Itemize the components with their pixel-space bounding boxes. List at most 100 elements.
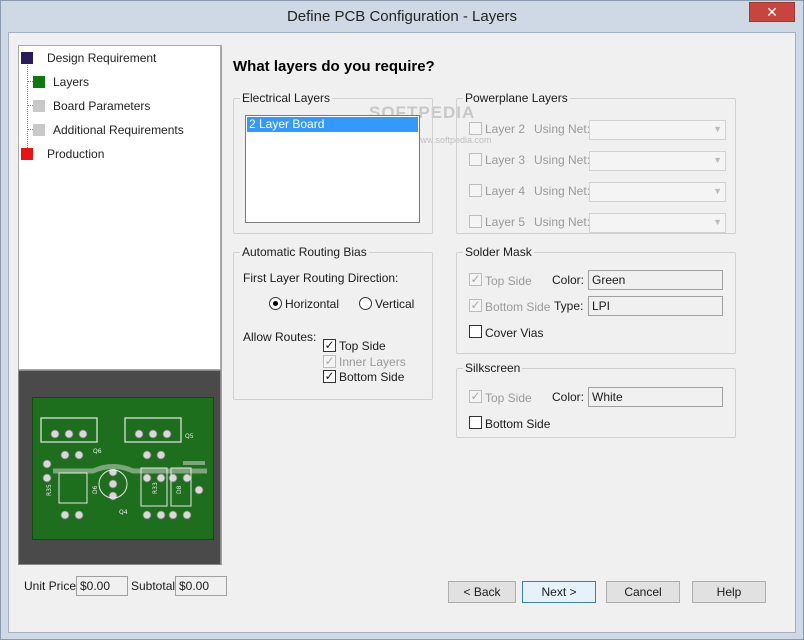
step-status-square-icon <box>33 124 45 136</box>
panel-divider <box>221 45 222 565</box>
close-button[interactable]: ✕ <box>749 2 795 22</box>
pcb-board-graphic: Q6 Q5 Q4 R35 R33 D8 D6 <box>32 397 214 540</box>
step-label: Layers <box>53 75 90 89</box>
mask-color-field[interactable]: Green <box>588 270 723 290</box>
using-net-label: Using Net: <box>534 215 591 229</box>
next-button[interactable]: Next > <box>522 581 596 603</box>
pcb-label-r33: R33 <box>152 482 159 494</box>
step-label: Production <box>47 147 105 161</box>
group-title: Automatic Routing Bias <box>242 245 367 259</box>
mask-top-side-label: Top Side <box>485 274 532 288</box>
routing-direction-label: First Layer Routing Direction: <box>243 271 399 285</box>
step-board-parameters[interactable]: Board Parameters <box>19 98 214 114</box>
wizard-steps-panel: Design Requirement Layers Board Paramete… <box>18 45 221 370</box>
step-production[interactable]: Production <box>19 146 214 162</box>
layer-3-label: Layer 3 <box>485 153 526 167</box>
dialog-client-area: Design Requirement Layers Board Paramete… <box>8 32 796 633</box>
route-top-side-checkbox[interactable]: ✓ <box>323 339 336 352</box>
pcb-layout-icon: Q6 Q5 Q4 R35 R33 D8 D6 <box>40 417 207 520</box>
step-label: Additional Requirements <box>53 123 184 137</box>
layer-2-checkbox[interactable] <box>469 122 482 135</box>
back-button[interactable]: < Back <box>448 581 516 603</box>
mask-color-label: Color: <box>552 273 585 287</box>
mask-type-field[interactable]: LPI <box>588 296 723 316</box>
layer-3-net-dropdown[interactable]: ▼ <box>589 151 726 171</box>
pcb-label-q4: Q4 <box>119 509 128 516</box>
page-heading: What layers do you require? <box>233 58 435 75</box>
mask-top-side-checkbox[interactable]: ✓ <box>469 273 482 286</box>
layer-4-label: Layer 4 <box>485 184 526 198</box>
mask-bottom-side-checkbox[interactable]: ✓ <box>469 299 482 312</box>
group-title: Powerplane Layers <box>465 91 568 105</box>
subtotal-label: Subtotal: <box>131 579 179 593</box>
electrical-layers-group: Electrical Layers 2 Layer Board <box>233 91 433 234</box>
route-top-side-label[interactable]: Top Side <box>339 339 386 353</box>
title-bar[interactable]: Define PCB Configuration - Layers ✕ <box>1 1 803 31</box>
silkscreen-group: Silkscreen ✓ Top Side Color: White Botto… <box>456 361 736 438</box>
layer-3-checkbox[interactable] <box>469 153 482 166</box>
route-bottom-side-checkbox[interactable]: ✓ <box>323 370 336 383</box>
vertical-label[interactable]: Vertical <box>375 297 414 311</box>
pcb-label-r35: R35 <box>46 484 53 496</box>
vertical-radio[interactable] <box>359 297 372 310</box>
silk-top-side-label: Top Side <box>485 391 532 405</box>
step-layers[interactable]: Layers <box>19 74 214 90</box>
using-net-label: Using Net: <box>534 153 591 167</box>
step-design-requirement[interactable]: Design Requirement <box>19 50 214 66</box>
step-status-square-icon <box>21 52 33 64</box>
silk-color-field[interactable]: White <box>588 387 723 407</box>
pcb-label-q6: Q6 <box>93 448 102 455</box>
list-item[interactable]: 2 Layer Board <box>247 117 418 132</box>
chevron-down-icon: ▼ <box>713 217 722 227</box>
route-inner-layers-checkbox[interactable]: ✓ <box>323 355 336 368</box>
layer-5-label: Layer 5 <box>485 215 526 229</box>
group-title: Solder Mask <box>465 245 532 259</box>
pcb-label-d8: D8 <box>176 485 183 494</box>
silk-top-side-checkbox[interactable]: ✓ <box>469 390 482 403</box>
layer-2-label: Layer 2 <box>485 122 526 136</box>
powerplane-layers-group: Powerplane Layers Layer 2 Using Net: ▼ L… <box>456 91 736 234</box>
step-label: Design Requirement <box>47 51 157 65</box>
chevron-down-icon: ▼ <box>713 155 722 165</box>
layer-5-net-dropdown[interactable]: ▼ <box>589 213 726 233</box>
silk-bottom-side-label[interactable]: Bottom Side <box>485 417 550 431</box>
cover-vias-label[interactable]: Cover Vias <box>485 326 543 340</box>
dialog-window: Define PCB Configuration - Layers ✕ Desi… <box>0 0 804 640</box>
window-title: Define PCB Configuration - Layers <box>286 8 518 25</box>
help-button[interactable]: Help <box>692 581 766 603</box>
layer-5-checkbox[interactable] <box>469 215 482 228</box>
silk-bottom-side-checkbox[interactable] <box>469 416 482 429</box>
group-title: Electrical Layers <box>242 91 331 105</box>
step-additional-requirements[interactable]: Additional Requirements <box>19 122 214 138</box>
cover-vias-checkbox[interactable] <box>469 325 482 338</box>
horizontal-radio[interactable] <box>269 297 282 310</box>
route-bottom-side-label[interactable]: Bottom Side <box>339 370 404 384</box>
unit-price-field: $0.00 <box>76 576 128 596</box>
step-status-square-icon <box>21 148 33 160</box>
chevron-down-icon: ▼ <box>713 186 722 196</box>
group-title: Silkscreen <box>465 361 521 375</box>
allow-routes-label: Allow Routes: <box>243 330 317 344</box>
using-net-label: Using Net: <box>534 122 591 136</box>
layer-4-checkbox[interactable] <box>469 184 482 197</box>
layer-2-net-dropdown[interactable]: ▼ <box>589 120 726 140</box>
mask-type-label: Type: <box>554 299 584 313</box>
mask-bottom-side-label: Bottom Side <box>485 300 551 314</box>
subtotal-field: $0.00 <box>175 576 227 596</box>
electrical-layers-listbox[interactable]: 2 Layer Board <box>245 115 420 223</box>
horizontal-label[interactable]: Horizontal <box>285 297 339 311</box>
using-net-label: Using Net: <box>534 184 591 198</box>
pcb-label-d6: D6 <box>92 485 99 494</box>
cancel-button[interactable]: Cancel <box>606 581 680 603</box>
pcb-preview-image: Q6 Q5 Q4 R35 R33 D8 D6 <box>18 370 221 565</box>
routing-bias-group: Automatic Routing Bias First Layer Routi… <box>233 245 433 400</box>
step-label: Board Parameters <box>53 99 151 113</box>
step-status-square-icon <box>33 100 45 112</box>
solder-mask-group: Solder Mask ✓ Top Side Color: Green ✓ Bo… <box>456 245 736 354</box>
silk-color-label: Color: <box>552 390 585 404</box>
route-inner-layers-label: Inner Layers <box>339 355 406 369</box>
step-status-square-icon <box>33 76 45 88</box>
layer-4-net-dropdown[interactable]: ▼ <box>589 182 726 202</box>
chevron-down-icon: ▼ <box>713 124 722 134</box>
pcb-label-q5: Q5 <box>185 433 194 440</box>
